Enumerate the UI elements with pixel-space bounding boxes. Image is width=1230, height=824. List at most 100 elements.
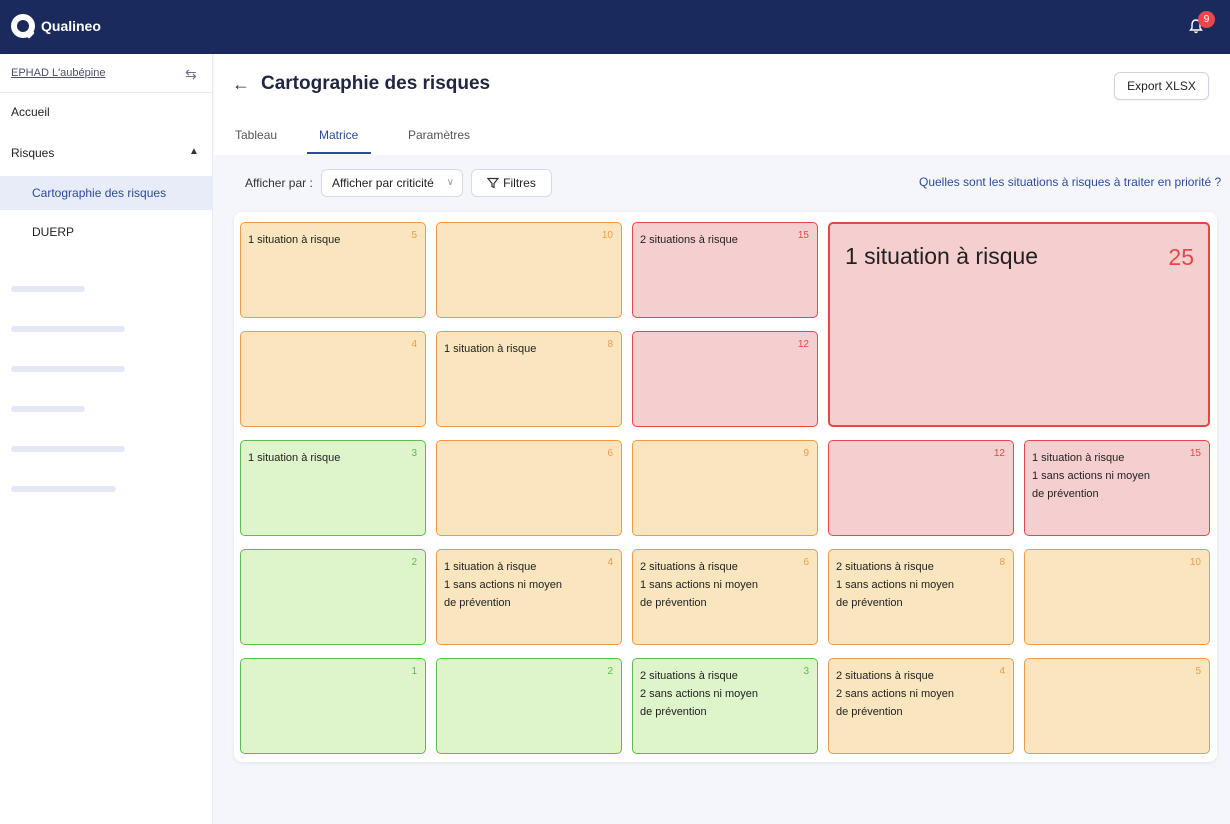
site-selector[interactable]: EPHAD L'aubépine ⇆ [0, 54, 212, 93]
cell-criticity-score: 3 [803, 666, 809, 677]
matrix-cell-r1c3[interactable]: 2 situations à risque 15 [632, 222, 818, 318]
cell-text-line: de prévention [444, 597, 511, 609]
tab-matrice[interactable]: Matrice [319, 128, 358, 142]
cell-text-line: de prévention [836, 597, 903, 609]
cell-criticity-score: 12 [797, 339, 809, 350]
chevron-up-icon[interactable]: ▲ [189, 146, 199, 157]
matrix-cell-r5c4[interactable]: 2 situations à risque 2 sans actions ni m… [828, 658, 1014, 754]
cell-criticity-score: 5 [1195, 666, 1201, 677]
tab-tableau[interactable]: Tableau [235, 128, 277, 142]
sidebar-item-label: Accueil [11, 105, 50, 119]
cell-text-line: 2 sans actions ni moyen [836, 688, 955, 700]
brand-name: Qualineo [41, 18, 101, 34]
cell-criticity-score: 15 [1189, 448, 1201, 459]
cell-text-line: 1 sans actions ni moyen [640, 579, 759, 591]
sidebar-item-duerp[interactable]: DUERP [0, 213, 212, 253]
cell-text-line: 1 sans actions ni moyen [836, 579, 955, 591]
display-by-select[interactable]: Afficher par criticité ∨ [321, 169, 463, 197]
cell-criticity-score: 4 [999, 666, 1005, 677]
sidebar: EPHAD L'aubépine ⇆ Accueil Risques ▲ Car… [0, 54, 213, 824]
matrix-cell-big[interactable]: 1 situation à risque 25 [828, 222, 1210, 427]
swap-icon[interactable]: ⇆ [185, 66, 197, 83]
cell-criticity-score: 8 [999, 557, 1005, 568]
loading-placeholder [11, 406, 85, 412]
matrix-cell-r5c2[interactable]: 2 [436, 658, 622, 754]
cell-text-line: 2 situations à risque [640, 234, 738, 246]
display-by-label: Afficher par : [245, 176, 313, 190]
sidebar-item-label: DUERP [32, 225, 75, 239]
matrix-cell-r4c1[interactable]: 2 [240, 549, 426, 645]
cell-criticity-score: 25 [1168, 244, 1194, 270]
site-name[interactable]: EPHAD L'aubépine [11, 67, 105, 79]
cell-criticity-score: 9 [803, 448, 809, 459]
sidebar-item-cartographie[interactable]: Cartographie des risques [0, 176, 212, 210]
chevron-down-icon: ∨ [446, 177, 454, 188]
cell-text-line: 1 situation à risque [444, 561, 537, 573]
matrix-cell-r2c2[interactable]: 1 situation à risque 8 [436, 331, 622, 427]
cell-criticity-score: 1 [411, 666, 417, 677]
cell-criticity-score: 12 [993, 448, 1005, 459]
matrix-cell-r2c1[interactable]: 4 [240, 331, 426, 427]
cell-situations-text: 1 situation à risque [444, 340, 536, 358]
matrix-cell-r2c3[interactable]: 12 [632, 331, 818, 427]
matrix-cell-r3c3[interactable]: 9 [632, 440, 818, 536]
loading-placeholder [11, 486, 116, 492]
loading-placeholder [11, 446, 125, 452]
loading-placeholder [11, 286, 85, 292]
cell-situations-text: 1 situation à risque [845, 242, 1038, 270]
matrix-cell-r5c1[interactable]: 1 [240, 658, 426, 754]
matrix-cell-r4c3[interactable]: 2 situations à risque 1 sans actions ni m… [632, 549, 818, 645]
loading-placeholder [11, 326, 125, 332]
matrix-cell-r1c1[interactable]: 1 situation à risque 5 [240, 222, 426, 318]
cell-text-line: 1 situation à risque [444, 343, 537, 355]
cell-text-line: de prévention [640, 706, 707, 718]
cell-criticity-score: 4 [607, 557, 613, 568]
cell-text-line: 2 sans actions ni moyen [640, 688, 759, 700]
sidebar-item-accueil[interactable]: Accueil [0, 93, 212, 133]
filters-button[interactable]: Filtres [471, 169, 552, 197]
matrix-cell-r5c5[interactable]: 5 [1024, 658, 1210, 754]
cell-text-line: 1 situation à risque [248, 452, 341, 464]
back-arrow-icon[interactable]: ← [232, 74, 250, 95]
cell-situations-text: 1 situation à risque 1 sans actions ni mo… [444, 558, 562, 612]
cell-text-line: de prévention [1032, 488, 1099, 500]
brand-logo[interactable]: Qualineo [11, 14, 101, 39]
cell-text-line: 1 sans actions ni moyen [444, 579, 563, 591]
cell-criticity-score: 10 [601, 230, 613, 241]
cell-situations-text: 2 situations à risque [640, 231, 738, 249]
filter-icon [486, 177, 500, 189]
matrix-cell-r3c4[interactable]: 12 [828, 440, 1014, 536]
priority-help-link[interactable]: Quelles sont les situations à risques à … [919, 175, 1221, 189]
cell-text-line: 2 situations à risque [640, 561, 738, 573]
sidebar-item-label: Cartographie des risques [32, 186, 167, 200]
page-title: Cartographie des risques [261, 73, 491, 94]
cell-criticity-score: 5 [411, 230, 417, 241]
cell-criticity-score: 15 [797, 230, 809, 241]
cell-text-line: 1 situation à risque [248, 234, 341, 246]
matrix-cell-r4c5[interactable]: 10 [1024, 549, 1210, 645]
loading-placeholder [11, 366, 125, 372]
cell-text-line: de prévention [836, 706, 903, 718]
cell-text-line: 2 situations à risque [640, 670, 738, 682]
matrix-cell-r3c5[interactable]: 1 situation à risque 1 sans actions ni mo… [1024, 440, 1210, 536]
tab-parametres[interactable]: Paramètres [408, 128, 470, 142]
cell-criticity-score: 10 [1189, 557, 1201, 568]
matrix-cell-r3c1[interactable]: 1 situation à risque 3 [240, 440, 426, 536]
matrix-cell-r1c2[interactable]: 10 [436, 222, 622, 318]
matrix-cell-r4c4[interactable]: 2 situations à risque 1 sans actions ni m… [828, 549, 1014, 645]
sidebar-item-label: Risques [11, 146, 55, 160]
cell-text-line: 1 situation à risque [845, 243, 1039, 269]
matrix-cell-r4c2[interactable]: 1 situation à risque 1 sans actions ni mo… [436, 549, 622, 645]
matrix-cell-r3c2[interactable]: 6 [436, 440, 622, 536]
cell-text-line: 2 situations à risque [836, 670, 934, 682]
cell-criticity-score: 2 [607, 666, 613, 677]
cell-text-line: 1 situation à risque [1032, 452, 1125, 464]
matrix-cell-r5c3[interactable]: 2 situations à risque 2 sans actions ni m… [632, 658, 818, 754]
filters-label: Filtres [503, 176, 536, 190]
active-tab-indicator [307, 152, 371, 154]
cell-situations-text: 2 situations à risque 1 sans actions ni m… [640, 558, 758, 612]
export-xlsx-button[interactable]: Export XLSX [1114, 72, 1209, 100]
cell-criticity-score: 3 [411, 448, 417, 459]
sidebar-item-risques[interactable]: Risques ▲ [0, 134, 212, 174]
cell-criticity-score: 6 [607, 448, 613, 459]
